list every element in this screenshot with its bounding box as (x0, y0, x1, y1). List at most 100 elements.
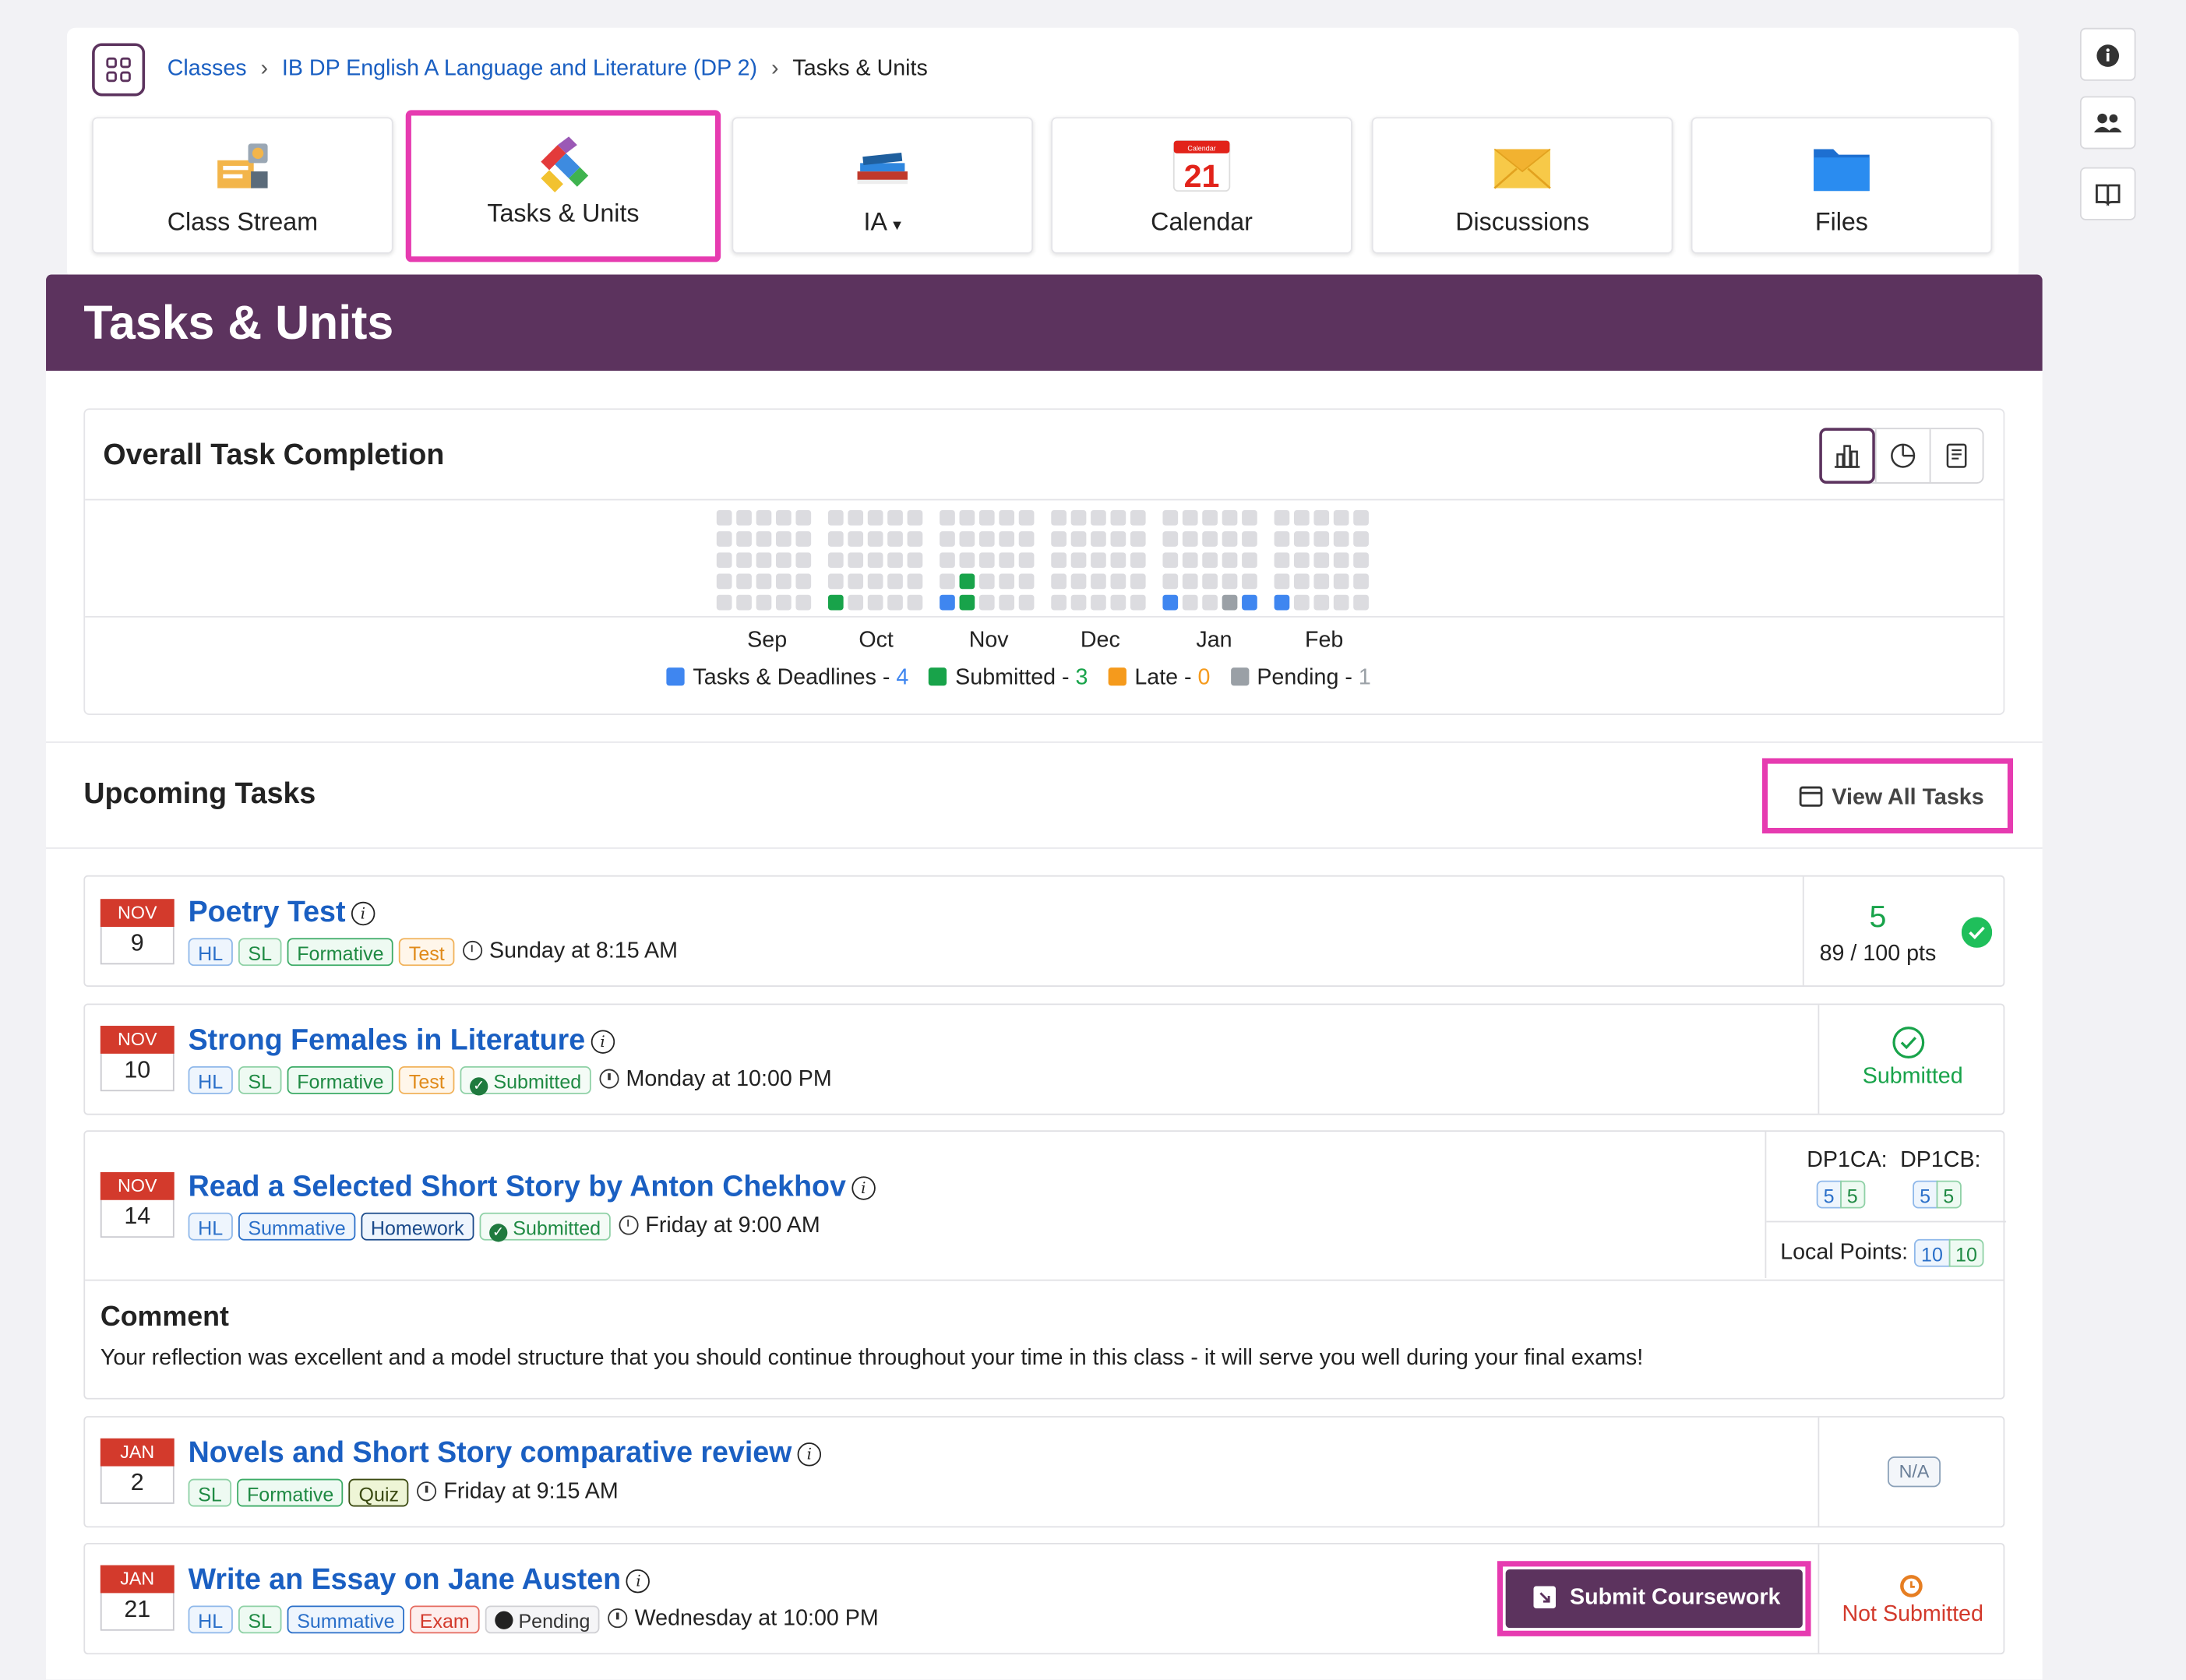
heatmap-cell (1313, 552, 1330, 569)
legend-submitted: Submitted - 3 (929, 666, 1088, 690)
heatmap-cell (776, 594, 792, 611)
month-label: Jan (1196, 629, 1232, 653)
tag-test: Test (399, 1065, 455, 1094)
heatmap-cell (1070, 531, 1087, 547)
bar-chart-view-button[interactable] (1819, 428, 1875, 484)
heatmap-cell (1091, 552, 1106, 569)
tab-label: Class Stream (167, 207, 319, 236)
date-badge: NOV 14 (100, 1171, 175, 1238)
apps-button[interactable] (92, 43, 146, 97)
date-badge: JAN 2 (100, 1438, 175, 1504)
heatmap-cell (776, 509, 792, 526)
info-icon[interactable]: i (851, 1176, 876, 1200)
task-title-link[interactable]: Novels and Short Story comparative revie… (189, 1437, 792, 1469)
task-title-link[interactable]: Read a Selected Short Story by Anton Che… (189, 1171, 846, 1203)
task-title-link[interactable]: Write an Essay on Jane Austen (189, 1564, 622, 1596)
tab-class-stream[interactable]: Class Stream (92, 117, 393, 254)
task-title-link[interactable]: Poetry Test (189, 896, 346, 928)
heatmap-cell (1313, 594, 1330, 611)
members-button[interactable] (2079, 96, 2136, 150)
svg-text:21: 21 (1184, 158, 1220, 194)
heatmap-cell (827, 509, 844, 526)
heatmap-cell (756, 531, 772, 547)
info-icon[interactable]: i (797, 1442, 821, 1467)
task-tags: HL SL Summative Exam Pending Wednesday at 10:… (188, 1605, 879, 1634)
heatmap-cell (1110, 509, 1126, 526)
heatmap-cell (795, 573, 812, 590)
month-label: Oct (859, 629, 894, 653)
heatmap-cell (867, 573, 883, 590)
tab-files[interactable]: Files (1691, 117, 1993, 254)
due-time: Friday at 9:00 AM (619, 1214, 820, 1239)
book-icon (2095, 184, 2121, 206)
heatmap-cell (1242, 573, 1257, 590)
heatmap-cell (1091, 509, 1106, 526)
heatmap-cell (1110, 552, 1126, 569)
heatmap-cell (959, 552, 975, 569)
heatmap-cell (795, 552, 812, 569)
info-icon[interactable]: i (626, 1569, 651, 1594)
submit-coursework-button[interactable]: Submit Coursework (1505, 1569, 1803, 1629)
resources-button[interactable] (2079, 167, 2136, 220)
list-view-button[interactable] (1929, 429, 1986, 483)
heatmap-cell (1130, 594, 1146, 611)
tag-formative: Formative (287, 1065, 394, 1094)
heatmap-cell (1110, 531, 1126, 547)
upcoming-tasks-title: Upcoming Tasks (83, 777, 316, 810)
pie-chart-view-button[interactable] (1874, 429, 1931, 483)
heatmap-cell (1333, 594, 1349, 611)
clock-icon (619, 1215, 639, 1235)
heatmap-cell (716, 531, 732, 547)
info-button[interactable] (2079, 27, 2136, 81)
chevron-right-icon: › (770, 57, 779, 81)
heatmap-cell (1333, 531, 1349, 547)
tab-ia[interactable]: IA ▾ (732, 117, 1034, 254)
heatmap-cell (756, 509, 772, 526)
breadcrumb-course-link[interactable]: IB DP English A Language and Literature … (282, 57, 757, 80)
heatmap-cell (1313, 531, 1330, 547)
heatmap-cell (907, 594, 923, 611)
divider (46, 847, 2043, 849)
folder-icon (1814, 149, 1870, 192)
heatmap-cell (978, 509, 995, 526)
clock-icon (608, 1608, 628, 1629)
heatmap-cell (1242, 552, 1257, 569)
heatmap-cell (848, 573, 864, 590)
heatmap-cell (1018, 594, 1035, 611)
heatmap-cell (940, 509, 955, 526)
heatmap-cell (887, 509, 903, 526)
info-icon[interactable]: i (351, 901, 375, 926)
status-panel: N/A (1818, 1417, 2007, 1527)
view-all-tasks-button[interactable]: View All Tasks (1761, 758, 2014, 834)
heatmap-cell (1162, 509, 1179, 526)
heatmap-cell (959, 509, 975, 526)
heatmap-cell (1130, 531, 1146, 547)
heatmap-cell (827, 552, 844, 569)
heatmap-cell (1202, 509, 1218, 526)
bar-chart-icon (1834, 445, 1860, 468)
tab-discussions[interactable]: Discussions (1371, 117, 1673, 254)
check-circle-icon (1961, 917, 1993, 948)
heatmap-cell (736, 552, 752, 569)
heatmap-cell (1110, 594, 1126, 611)
task-title-link[interactable]: Strong Females in Literature (189, 1024, 586, 1056)
heatmap-cell (756, 594, 772, 611)
breadcrumb-classes-link[interactable]: Classes (167, 57, 247, 80)
heatmap-cell (736, 573, 752, 590)
comment-title: Comment (100, 1301, 229, 1333)
heatmap-cell (1294, 531, 1310, 547)
heatmap-cell (1274, 552, 1290, 569)
tab-label: Tasks & Units (487, 199, 640, 227)
check-icon: ✓ (469, 1077, 488, 1096)
status-panel: Not Submitted (1818, 1544, 2007, 1654)
heatmap-cell (999, 509, 1015, 526)
heatmap-cell (1182, 509, 1198, 526)
heatmap-cell (756, 552, 772, 569)
tab-tasks-units[interactable]: Tasks & Units (405, 110, 721, 262)
heatmap-cell (978, 573, 995, 590)
info-icon[interactable]: i (591, 1030, 615, 1054)
tab-calendar[interactable]: Calendar 21 Calendar (1051, 117, 1352, 254)
heatmap-cell (1051, 552, 1067, 569)
task-tags: HL SL Formative Test Sunday at 8:15 AM (188, 938, 678, 967)
heatmap-cell (827, 573, 844, 590)
